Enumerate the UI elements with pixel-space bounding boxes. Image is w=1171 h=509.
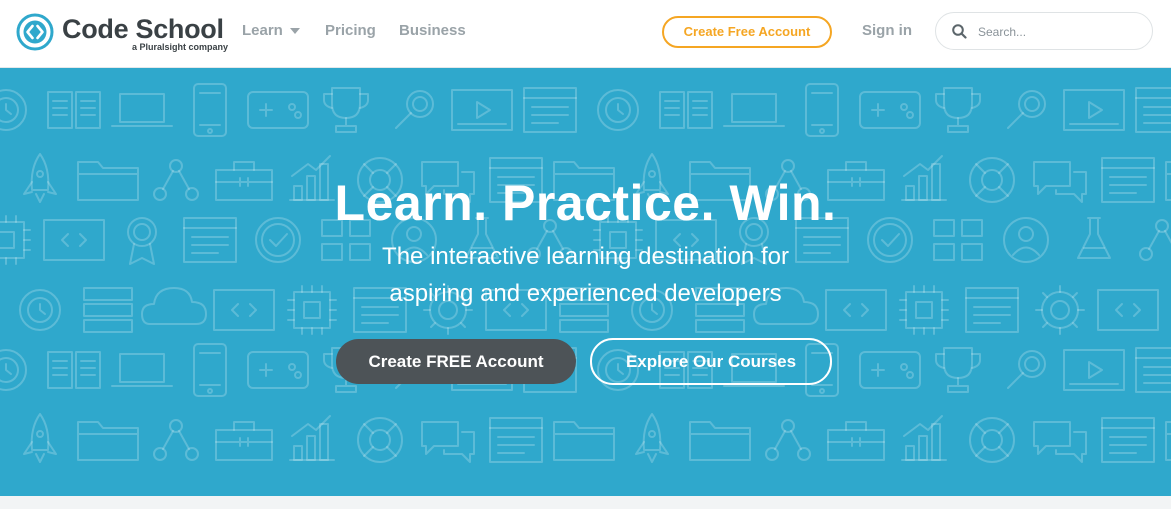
hero-subtitle-line: aspiring and experienced developers xyxy=(389,280,782,307)
pattern-network-icon xyxy=(765,419,811,461)
pattern-browser-icon xyxy=(489,417,543,463)
nav-pricing[interactable]: Pricing xyxy=(325,22,376,39)
pattern-trophy-icon xyxy=(935,87,981,133)
pattern-chart-icon xyxy=(901,415,947,461)
pattern-mag-icon xyxy=(1007,90,1046,129)
pattern-folder-icon xyxy=(1165,421,1171,461)
pattern-browser-icon xyxy=(523,87,577,133)
pattern-chat-icon xyxy=(1033,421,1087,463)
hero-subtitle: The interactive learning destination for… xyxy=(0,238,1171,312)
search-box[interactable] xyxy=(935,12,1153,50)
pattern-toolbox-icon xyxy=(827,421,885,461)
caret-down-icon xyxy=(289,28,300,35)
pattern-book-icon xyxy=(659,91,713,129)
pattern-book-icon xyxy=(47,91,101,129)
pattern-laptop-icon xyxy=(111,353,173,387)
pattern-network-icon xyxy=(153,419,199,461)
pattern-book-icon xyxy=(47,351,101,389)
pattern-buoy-icon xyxy=(357,417,403,463)
pattern-toolbox-icon xyxy=(215,421,273,461)
pattern-buoy-icon xyxy=(969,417,1015,463)
pattern-folder-icon xyxy=(553,421,615,461)
pattern-clock-icon xyxy=(0,89,27,131)
pattern-folder-icon xyxy=(689,421,751,461)
nav-learn[interactable]: Learn xyxy=(242,22,300,39)
pattern-folder-icon xyxy=(77,421,139,461)
pattern-browser-icon xyxy=(1101,417,1155,463)
pattern-gamepad-icon xyxy=(247,91,309,129)
pattern-mag-icon xyxy=(1007,350,1046,389)
pattern-phone-icon xyxy=(193,83,227,137)
create-free-account-button[interactable]: Create Free Account xyxy=(662,16,832,48)
pattern-laptop-icon xyxy=(111,93,173,127)
brand-name: Code School xyxy=(62,14,224,44)
explore-courses-button[interactable]: Explore Our Courses xyxy=(590,338,832,385)
pattern-video-icon xyxy=(451,89,513,131)
pattern-rocket-icon xyxy=(23,413,57,463)
hero-subtitle-line: The interactive learning destination for xyxy=(382,243,789,270)
page-content-start xyxy=(0,496,1171,509)
pattern-phone-icon xyxy=(193,343,227,397)
pattern-chat-icon xyxy=(421,421,475,463)
pattern-trophy-icon xyxy=(323,87,369,133)
create-free-account-hero-button[interactable]: Create FREE Account xyxy=(336,339,576,384)
pattern-clock-icon xyxy=(0,349,27,391)
hero-section: Learn. Practice. Win. The interactive le… xyxy=(0,68,1171,496)
pattern-gamepad-icon xyxy=(859,91,921,129)
pattern-browser-icon xyxy=(1135,87,1171,133)
hero-title: Learn. Practice. Win. xyxy=(334,175,837,231)
pattern-video-icon xyxy=(1063,349,1125,391)
pattern-gamepad-icon xyxy=(859,351,921,389)
pattern-trophy-icon xyxy=(935,347,981,393)
pattern-gamepad-icon xyxy=(247,351,309,389)
pattern-laptop-icon xyxy=(723,93,785,127)
nav-learn-label: Learn xyxy=(242,22,283,39)
brand-tagline: a Pluralsight company xyxy=(132,42,229,52)
pattern-rocket-icon xyxy=(635,413,669,463)
nav-business[interactable]: Business xyxy=(399,22,466,39)
search-input[interactable] xyxy=(976,21,1140,43)
pattern-phone-icon xyxy=(805,83,839,137)
site-header: Code School a Pluralsight company Learn … xyxy=(0,0,1171,68)
search-icon xyxy=(952,24,967,39)
pattern-browser-icon xyxy=(1135,347,1171,393)
pattern-video-icon xyxy=(1063,89,1125,131)
pattern-mag-icon xyxy=(395,90,434,129)
pattern-chart-icon xyxy=(289,415,335,461)
sign-in-link[interactable]: Sign in xyxy=(862,22,912,39)
code-brackets-logo-icon xyxy=(16,13,54,51)
pattern-clock-icon xyxy=(597,89,639,131)
